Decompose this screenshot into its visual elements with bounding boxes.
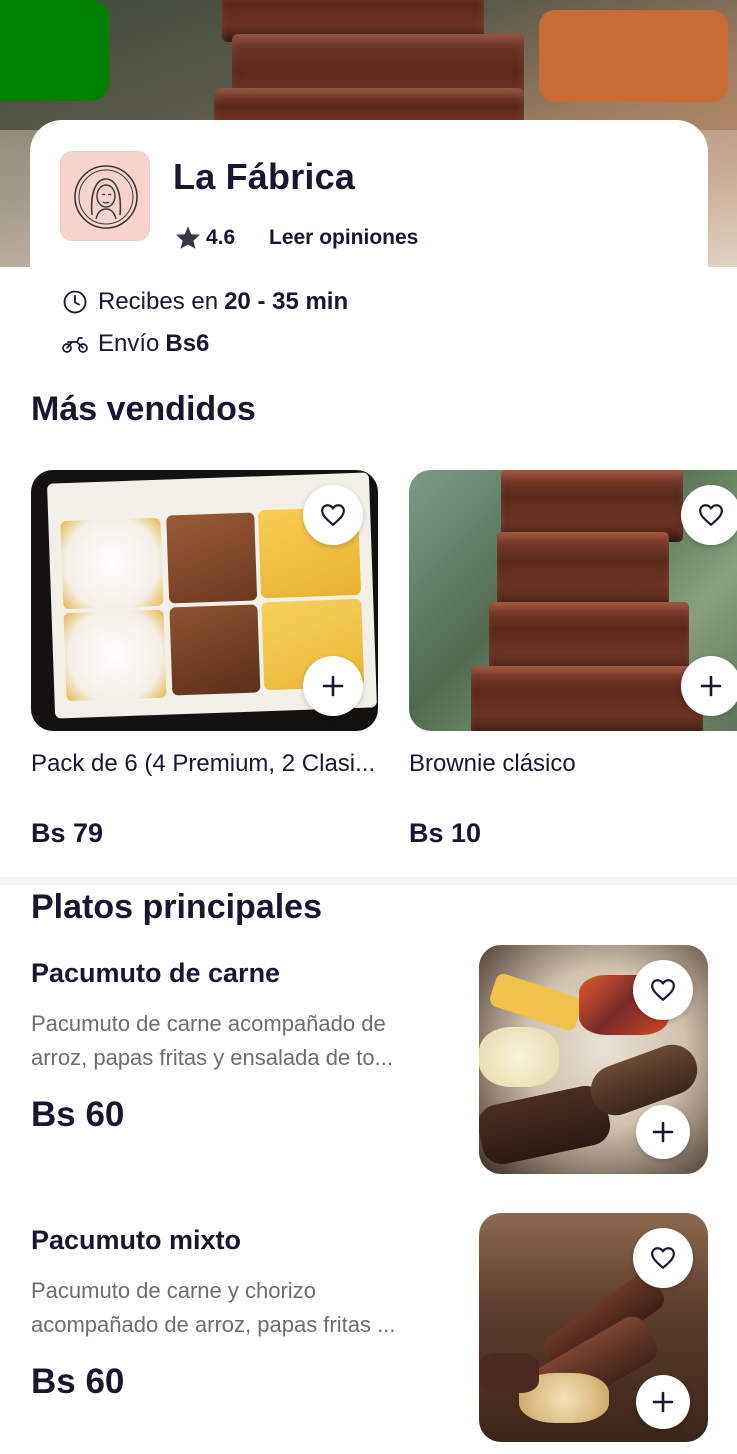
product-image[interactable] <box>409 470 737 731</box>
add-button[interactable] <box>303 656 363 716</box>
favorite-button[interactable] <box>633 960 693 1020</box>
favorite-button[interactable] <box>303 485 363 545</box>
plus-icon <box>652 1121 674 1143</box>
plus-icon <box>700 675 722 697</box>
add-button[interactable] <box>681 656 737 716</box>
product-price: Bs 79 <box>31 818 104 848</box>
plus-icon <box>652 1391 674 1413</box>
dish-name: Pacumuto de carne <box>31 958 281 988</box>
section-divider <box>0 877 737 885</box>
heart-icon <box>699 504 723 526</box>
star-icon <box>176 226 200 249</box>
dish-image[interactable] <box>479 945 708 1174</box>
store-logo <box>60 151 150 241</box>
add-button[interactable] <box>636 1375 690 1429</box>
add-button[interactable] <box>636 1105 690 1159</box>
dish-image[interactable] <box>479 1213 708 1442</box>
heart-icon <box>651 1247 675 1269</box>
delivery-time-label: Recibes en <box>98 288 219 315</box>
dish-price: Bs 60 <box>31 1095 125 1134</box>
main-dishes-title: Platos principales <box>31 888 322 926</box>
favorite-button[interactable] <box>633 1228 693 1288</box>
heart-icon <box>321 504 345 526</box>
dish-price: Bs 60 <box>31 1362 125 1401</box>
dish-description: Pacumuto de carne y chorizo acompañado d… <box>31 1278 396 1337</box>
delivery-fee-label: Envío <box>98 330 160 357</box>
heart-icon <box>651 979 675 1001</box>
product-price: Bs 10 <box>409 818 482 848</box>
product-name: Brownie clásico <box>409 750 576 777</box>
read-reviews-link[interactable]: Leer opiniones <box>269 226 418 250</box>
back-button[interactable] <box>0 0 109 101</box>
product-name: Pack de 6 (4 Premium, 2 Clasi... <box>31 750 376 777</box>
delivery-time-value: 20 - 35 min <box>224 288 349 315</box>
favorite-button[interactable] <box>681 485 737 545</box>
best-sellers-title: Más vendidos <box>31 390 256 428</box>
delivery-time-row: Recibes en 20 - 35 min <box>62 288 348 316</box>
product-image[interactable] <box>31 470 378 731</box>
product-card[interactable]: Brownie clásico Bs 10 <box>409 470 737 848</box>
store-rating: 4.6 <box>206 226 236 249</box>
header-actions-button[interactable] <box>539 10 728 102</box>
motorbike-icon <box>62 331 88 357</box>
delivery-fee-row: Envío Bs6 <box>62 330 209 358</box>
dish-description: Pacumuto de carne acompañado de arroz, p… <box>31 1011 393 1070</box>
clock-icon <box>62 289 88 315</box>
dish-name: Pacumuto mixto <box>31 1225 242 1255</box>
store-name: La Fábrica <box>173 156 356 197</box>
store-header-card: La Fábrica 4.6 Leer opiniones <box>30 120 708 267</box>
plus-icon <box>322 675 344 697</box>
delivery-fee-value: Bs6 <box>165 330 210 357</box>
product-card[interactable]: Pack de 6 (4 Premium, 2 Clasi... Bs 79 <box>31 470 378 848</box>
